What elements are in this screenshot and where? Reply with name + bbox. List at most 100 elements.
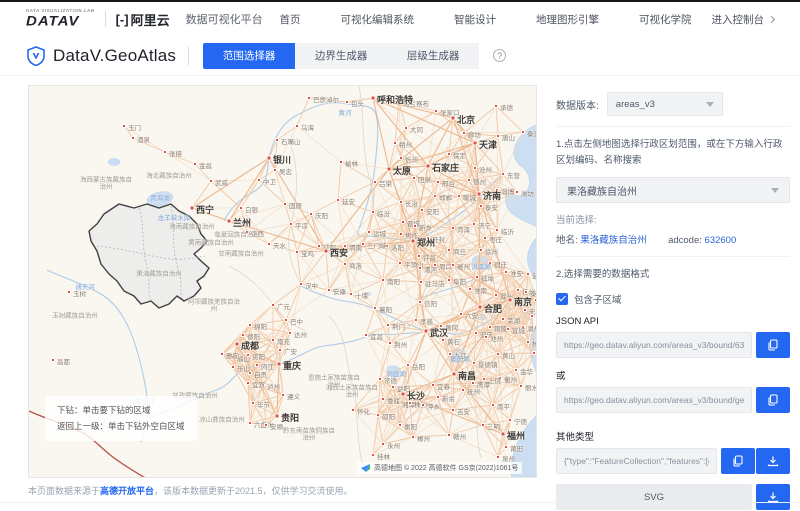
- city-dot-icon: [276, 361, 282, 367]
- copy-geojson-text-button[interactable]: [721, 448, 755, 475]
- city-label: 德州: [473, 179, 486, 186]
- city-dot-icon: [122, 124, 126, 128]
- city-dot-icon: [295, 124, 299, 128]
- map-drilldown-tip: 下钻：单击要下钻的区域 返回上一级：单击下钻外空白区域: [45, 396, 197, 441]
- json-api-input[interactable]: [556, 332, 752, 359]
- city-label: 乌海: [301, 125, 314, 132]
- city-dot-icon: [401, 220, 405, 224]
- city-label: 六安: [465, 313, 478, 320]
- city-dot-icon: [530, 314, 534, 318]
- city-dot-icon: [475, 275, 479, 279]
- tab-2[interactable]: 层级生成器: [387, 43, 479, 69]
- city-dot-icon: [457, 194, 461, 198]
- city-dot-icon: [393, 141, 397, 145]
- copy-geojson-url-button[interactable]: [756, 387, 790, 414]
- city-label: 潍坊: [521, 191, 534, 198]
- datav-logo[interactable]: DATA VISUALIZATION LAB DATAV: [26, 9, 95, 29]
- region-label: 黔东南苗族侗族自治州: [283, 427, 335, 442]
- city-dot-icon: [226, 218, 232, 224]
- city-dot-icon: [491, 403, 495, 407]
- city-dot-icon: [501, 317, 505, 321]
- city-label: 宝鸡: [301, 251, 314, 258]
- data-version-value: areas_v3: [615, 98, 655, 110]
- city-label: 宿迁: [494, 262, 507, 269]
- city-label: 济宁: [478, 223, 491, 230]
- city-dot-icon: [339, 160, 343, 164]
- download-geojson-button[interactable]: [756, 448, 790, 475]
- geojson-url-input[interactable]: [556, 387, 752, 414]
- city-dot-icon: [289, 222, 293, 226]
- city-label: 天津: [479, 140, 498, 150]
- tab-0[interactable]: 范围选择器: [203, 42, 296, 69]
- nav-link-3[interactable]: 地理图形引擎: [536, 12, 599, 27]
- city-label: 吉安: [457, 409, 470, 416]
- brand-area: DATA VISUALIZATION LAB DATAV [-] 阿里云 数据可…: [26, 9, 263, 29]
- city-label: 大同: [410, 127, 423, 134]
- region-label: 甘南藏族自治州: [218, 250, 264, 258]
- city-label: 洛阳: [391, 245, 404, 252]
- city-dot-icon: [410, 238, 416, 244]
- city-label: 菏泽: [457, 227, 470, 234]
- copy-json-api-button[interactable]: [756, 332, 790, 359]
- amap-open-platform-link[interactable]: 高德开放平台: [100, 486, 154, 496]
- nav-link-0[interactable]: 首页: [280, 12, 301, 27]
- nav-link-4[interactable]: 可视化学院: [639, 12, 692, 27]
- city-label: 西宁: [196, 205, 215, 215]
- data-version-select[interactable]: areas_v3: [606, 92, 723, 116]
- download-svg-button[interactable]: [756, 484, 790, 511]
- selected-name-link[interactable]: 果洛藏族自治州: [580, 235, 647, 246]
- city-dot-icon: [274, 413, 280, 419]
- city-dot-icon: [532, 351, 536, 355]
- city-label: 邯郸: [439, 195, 452, 202]
- svg-export-button[interactable]: SVG: [556, 484, 752, 511]
- city-dot-icon: [288, 331, 292, 335]
- city-label: 毕节: [257, 402, 270, 409]
- include-children-checkbox[interactable]: [556, 293, 568, 306]
- map-canvas[interactable]: 玉门 酒泉 张掖 金昌 武威 乌海 石嘴山 吴忠 中卫 固原 白银 定西 天水 平凉 庆阳 巴彦淖尔 包头 乌兰察…: [28, 85, 537, 478]
- city-label: 商丘: [453, 249, 466, 256]
- city-dot-icon: [241, 333, 245, 337]
- city-dot-icon: [284, 318, 288, 322]
- city-label: 黄山: [502, 353, 515, 360]
- city-label: 宜春: [437, 384, 450, 391]
- city-label: 庆阳: [315, 213, 328, 220]
- tool-tabs: 范围选择器 边界生成器 层级生成器: [203, 42, 480, 69]
- city-label: 杭州: [532, 338, 536, 348]
- adcode-value-link[interactable]: 632600: [705, 235, 737, 246]
- chevron-down-icon: [705, 101, 714, 107]
- city-label: 十堰: [355, 293, 368, 300]
- city-dot-icon: [266, 155, 272, 161]
- region-search-select[interactable]: 果洛藏族自治州: [556, 177, 790, 204]
- city-label: 荆州: [394, 342, 407, 349]
- nav-link-2[interactable]: 智能设计: [454, 12, 496, 27]
- city-dot-icon: [488, 325, 492, 329]
- city-dot-icon: [131, 136, 135, 140]
- city-label: 荆门: [392, 324, 405, 331]
- city-dot-icon: [450, 115, 456, 121]
- tip-line-2: 返回上一级：单击下钻外空白区域: [57, 420, 185, 431]
- aliyun-logo[interactable]: [-] 阿里云: [116, 10, 170, 29]
- city-label: 沧州: [479, 167, 492, 174]
- city-label: 莆田: [510, 446, 523, 453]
- city-dot-icon: [419, 280, 423, 284]
- city-dot-icon: [418, 266, 422, 270]
- city-label: 宣城: [512, 328, 525, 335]
- enter-console-link[interactable]: 进入控制台: [711, 12, 776, 27]
- sidebar-divider: [556, 126, 790, 127]
- city-label: 太原: [393, 166, 412, 176]
- step1-instruction: 1.点击左侧地图选择行政区划范围，或在下方输入行政区划编码、名称搜索: [556, 139, 783, 167]
- city-dot-icon: [283, 202, 287, 206]
- city-label: 蚌埠: [481, 276, 494, 283]
- nav-link-1[interactable]: 可视化编辑系统: [341, 12, 415, 27]
- enter-console-label: 进入控制台: [711, 13, 765, 26]
- geojson-text-input[interactable]: [556, 448, 717, 475]
- city-label: 信阳: [424, 301, 437, 308]
- city-label: 襄阳: [379, 307, 392, 314]
- help-icon[interactable]: ?: [493, 49, 507, 62]
- city-dot-icon: [447, 278, 451, 282]
- tab-1[interactable]: 边界生成器: [295, 43, 387, 69]
- attribution-text: 高德地图 © 2022 高德软件 GS京(2022)1061号: [374, 465, 519, 472]
- city-dot-icon: [400, 391, 406, 397]
- city-dot-icon: [273, 168, 277, 172]
- geoatlas-logo[interactable]: DataV.GeoAtlas: [26, 46, 176, 66]
